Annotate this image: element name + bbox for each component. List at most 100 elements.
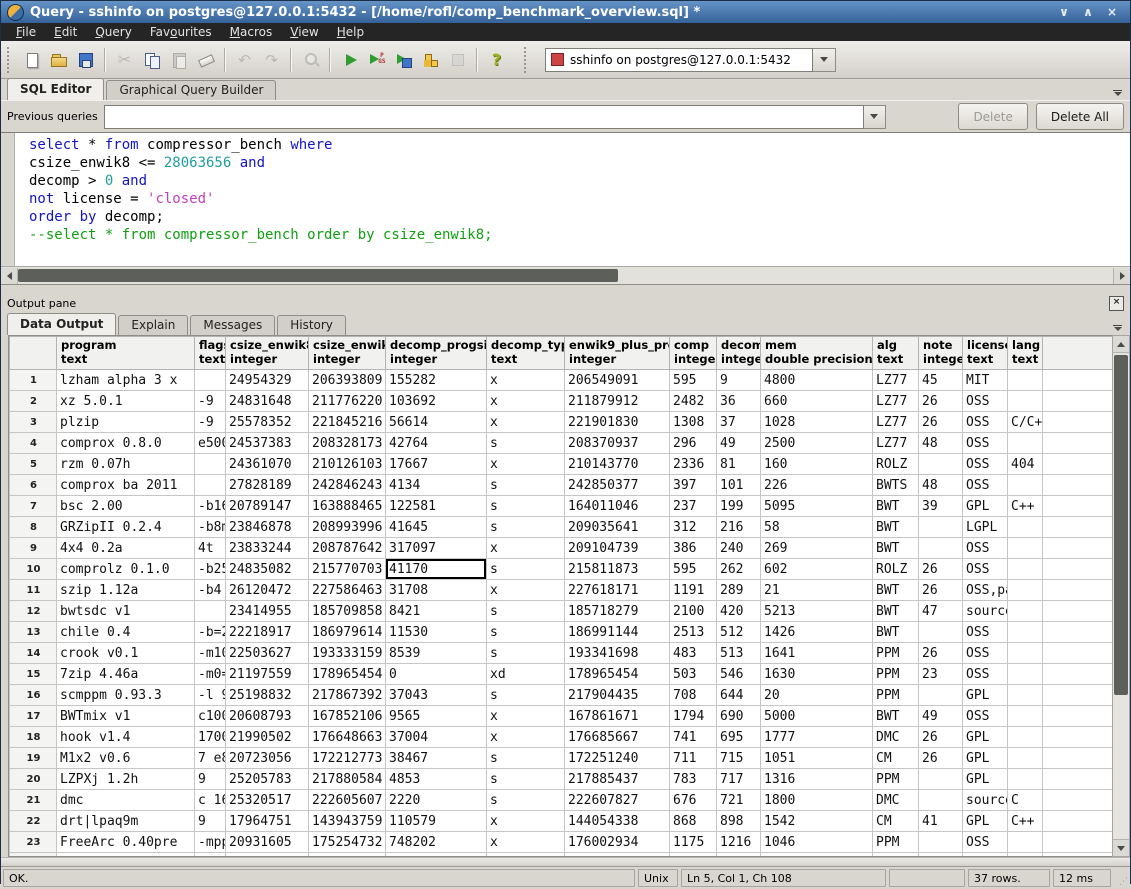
grid-cell[interactable]: 210143770: [565, 454, 670, 475]
grid-cell[interactable]: 209104739: [565, 538, 670, 559]
grid-cell[interactable]: [1008, 370, 1043, 391]
grid-cell[interactable]: 9: [717, 370, 761, 391]
grid-cell[interactable]: 81: [717, 454, 761, 475]
row-number[interactable]: 4: [10, 433, 57, 454]
grid-cell[interactable]: 110579: [386, 811, 487, 832]
grid-cell[interactable]: -b16: [195, 496, 226, 517]
grid-cell[interactable]: 163888465: [309, 496, 386, 517]
grid-cell[interactable]: 1777: [761, 727, 873, 748]
grid-cell[interactable]: 217867392: [309, 685, 386, 706]
grid-cell[interactable]: x: [487, 706, 565, 727]
grid-cell[interactable]: comprox 0.8.0: [57, 433, 195, 454]
grid-cell[interactable]: OSS: [963, 391, 1008, 412]
grid-cell[interactable]: 49: [919, 706, 963, 727]
grid-cell[interactable]: -m0=: [195, 664, 226, 685]
grid-cell[interactable]: 222607827: [565, 790, 670, 811]
grid-cell[interactable]: s: [487, 433, 565, 454]
grid-cell[interactable]: 227618171: [565, 580, 670, 601]
grid-cell[interactable]: PPM: [873, 769, 919, 790]
grid-cell[interactable]: 25578352: [226, 412, 309, 433]
grid-cell[interactable]: 317097: [386, 538, 487, 559]
grid-cell[interactable]: 21: [761, 580, 873, 601]
grid-cell[interactable]: [1008, 643, 1043, 664]
execute-pgscript-button[interactable]: [363, 46, 390, 73]
grid-cell[interactable]: BWTmix v1: [57, 706, 195, 727]
grid-cell[interactable]: -9: [195, 391, 226, 412]
grid-cell[interactable]: 242850377: [565, 475, 670, 496]
row-number[interactable]: 23: [10, 832, 57, 853]
scroll-left-icon[interactable]: [1, 268, 18, 284]
grid-cell[interactable]: 56614: [386, 412, 487, 433]
sql-code[interactable]: select * from compressor_bench wherecsiz…: [15, 133, 1130, 266]
grid-cell[interactable]: s: [487, 685, 565, 706]
grid-cell[interactable]: 2220: [386, 790, 487, 811]
grid-cell[interactable]: OSS: [963, 622, 1008, 643]
grid-cell[interactable]: 1316: [761, 769, 873, 790]
menu-item-favourites[interactable]: Favourites: [141, 23, 221, 41]
grid-cell[interactable]: 172212773: [309, 748, 386, 769]
grid-cell[interactable]: -l 9: [195, 685, 226, 706]
grid-cell[interactable]: 644: [717, 685, 761, 706]
grid-cell[interactable]: 237: [670, 496, 717, 517]
grid-cell[interactable]: 8421: [386, 601, 487, 622]
toolbar-drag-handle[interactable]: [7, 47, 12, 73]
explain-query-button[interactable]: [417, 46, 444, 73]
row-number[interactable]: 8: [10, 517, 57, 538]
grid-cell[interactable]: source: [963, 790, 1008, 811]
grid-cell[interactable]: OSS: [963, 433, 1008, 454]
row-number[interactable]: 10: [10, 559, 57, 580]
grid-cell[interactable]: 602: [761, 559, 873, 580]
grid-cell[interactable]: 1641: [761, 643, 873, 664]
grid-cell[interactable]: 715: [717, 748, 761, 769]
connection-field[interactable]: sshinfo on postgres@127.0.0.1:5432: [545, 48, 813, 72]
grid-cell[interactable]: -b4: [195, 580, 226, 601]
grid-cell[interactable]: 262: [717, 559, 761, 580]
grid-cell[interactable]: DMC: [873, 727, 919, 748]
execute-to-file-button[interactable]: [390, 46, 417, 73]
grid-cell[interactable]: s: [487, 769, 565, 790]
column-header-mem[interactable]: memdouble precision: [761, 337, 873, 370]
grid-cell[interactable]: [195, 601, 226, 622]
grid-cell[interactable]: 210126103: [309, 454, 386, 475]
execute-query-button[interactable]: [336, 46, 363, 73]
grid-cell[interactable]: DMC: [873, 790, 919, 811]
grid-cell[interactable]: 546: [717, 664, 761, 685]
grid-cell[interactable]: 1308: [670, 412, 717, 433]
grid-cell[interactable]: 211776220: [309, 391, 386, 412]
grid-cell[interactable]: 8539: [386, 643, 487, 664]
grid-cell[interactable]: GPL: [963, 748, 1008, 769]
grid-cell[interactable]: 208328173: [309, 433, 386, 454]
find-button[interactable]: [297, 46, 324, 73]
grid-cell[interactable]: 242846243: [309, 475, 386, 496]
maximize-button[interactable]: ∧: [1076, 5, 1100, 19]
grid-cell[interactable]: OSS: [963, 538, 1008, 559]
grid-cell[interactable]: 1794: [670, 706, 717, 727]
grid-cell[interactable]: ROLZ: [873, 559, 919, 580]
menu-item-macros[interactable]: Macros: [221, 23, 282, 41]
grid-cell[interactable]: [1008, 538, 1043, 559]
grid-cell[interactable]: [919, 538, 963, 559]
grid-cell[interactable]: x: [487, 412, 565, 433]
column-header-program[interactable]: programtext: [57, 337, 195, 370]
grid-cell[interactable]: OSS,pa: [963, 580, 1008, 601]
sql-editor[interactable]: select * from compressor_bench wherecsiz…: [1, 132, 1130, 266]
column-header-lang[interactable]: langtext: [1008, 337, 1043, 370]
grid-cell[interactable]: 164011046: [565, 496, 670, 517]
grid-cell[interactable]: x: [487, 454, 565, 475]
tab-messages[interactable]: Messages: [190, 315, 275, 335]
grid-cell[interactable]: 7zip 4.46a: [57, 664, 195, 685]
grid-cell[interactable]: 221901830: [565, 412, 670, 433]
grid-cell[interactable]: x: [487, 811, 565, 832]
grid-cell[interactable]: crook v0.1: [57, 643, 195, 664]
grid-cell[interactable]: 1542: [761, 811, 873, 832]
grid-cell[interactable]: 11530: [386, 622, 487, 643]
grid-cell[interactable]: LZ77: [873, 370, 919, 391]
grid-cell[interactable]: C++: [1008, 811, 1043, 832]
row-number[interactable]: 3: [10, 412, 57, 433]
tab-collapse-icon[interactable]: [1113, 325, 1122, 331]
grid-cell[interactable]: s: [487, 601, 565, 622]
grid-cell[interactable]: 26: [919, 412, 963, 433]
grid-cell[interactable]: 23: [919, 664, 963, 685]
grid-cell[interactable]: LZPXj 1.2h: [57, 769, 195, 790]
grid-cell[interactable]: 4x4 0.2a: [57, 538, 195, 559]
